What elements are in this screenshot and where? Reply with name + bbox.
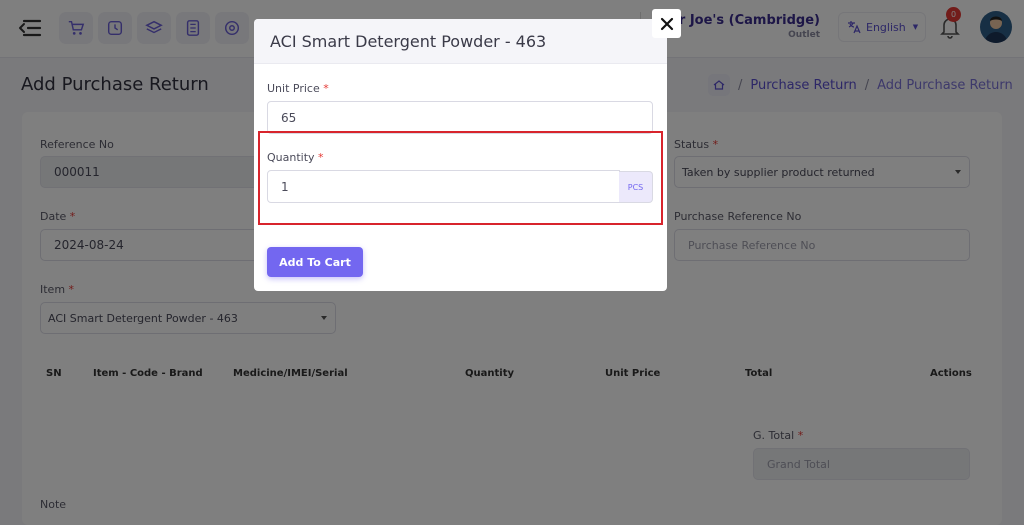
modal-header: ACI Smart Detergent Powder - 463 [254, 19, 667, 64]
close-icon[interactable] [652, 9, 681, 38]
modal-title: ACI Smart Detergent Powder - 463 [270, 31, 547, 51]
unit-price-label: Unit Price * [267, 82, 329, 95]
quantity-highlight-box [258, 131, 663, 225]
unit-price-input[interactable]: 65 [267, 101, 653, 134]
add-to-cart-button[interactable]: Add To Cart [267, 247, 363, 277]
add-item-modal: ACI Smart Detergent Powder - 463 Unit Pr… [254, 19, 667, 291]
